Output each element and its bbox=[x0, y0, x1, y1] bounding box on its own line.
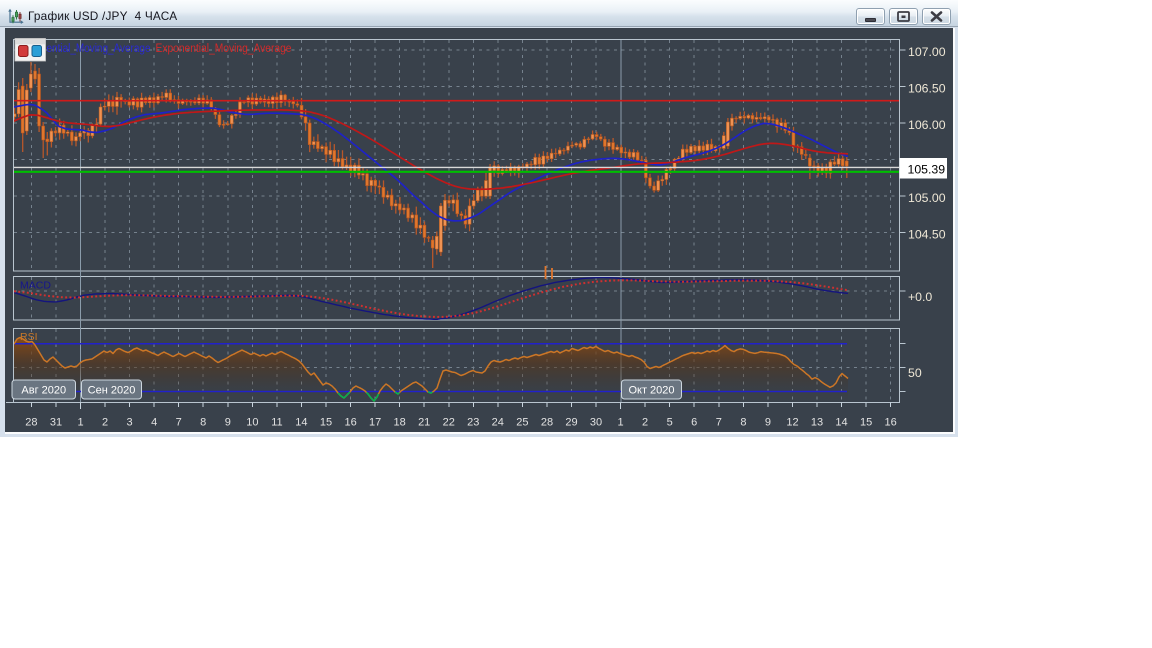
svg-text:21: 21 bbox=[418, 417, 430, 429]
svg-text:13: 13 bbox=[811, 417, 823, 429]
svg-text:50: 50 bbox=[908, 366, 922, 380]
svg-text:8: 8 bbox=[200, 417, 206, 429]
svg-text:RSI: RSI bbox=[20, 331, 38, 343]
svg-text:9: 9 bbox=[225, 417, 231, 429]
svg-text:23: 23 bbox=[467, 417, 479, 429]
svg-text:18: 18 bbox=[393, 417, 405, 429]
svg-text:1: 1 bbox=[77, 417, 83, 429]
svg-text:7: 7 bbox=[176, 417, 182, 429]
svg-text:MACD: MACD bbox=[20, 280, 51, 292]
svg-text:8: 8 bbox=[740, 417, 746, 429]
svg-text:5: 5 bbox=[667, 417, 673, 429]
svg-text:16: 16 bbox=[344, 417, 356, 429]
svg-text:106.50: 106.50 bbox=[908, 82, 946, 96]
svg-text:31: 31 bbox=[50, 417, 62, 429]
svg-text:15: 15 bbox=[860, 417, 872, 429]
svg-text:24: 24 bbox=[492, 417, 504, 429]
svg-text:Exponential_Moving_Average: Exponential_Moving_Average bbox=[156, 43, 292, 55]
svg-text:22: 22 bbox=[443, 417, 455, 429]
svg-text:1: 1 bbox=[618, 417, 624, 429]
svg-text:15: 15 bbox=[320, 417, 332, 429]
svg-text:30: 30 bbox=[590, 417, 602, 429]
svg-text:ential_Moving_Average: ential_Moving_Average bbox=[47, 43, 151, 55]
svg-text:Окт 2020: Окт 2020 bbox=[628, 385, 674, 397]
svg-text:2: 2 bbox=[642, 417, 648, 429]
svg-text:Сен 2020: Сен 2020 bbox=[88, 385, 136, 397]
svg-text:16: 16 bbox=[884, 417, 896, 429]
svg-text:104.50: 104.50 bbox=[908, 228, 946, 242]
svg-text:10: 10 bbox=[246, 417, 258, 429]
svg-text:3: 3 bbox=[127, 417, 133, 429]
svg-text:+0.0: +0.0 bbox=[908, 290, 932, 304]
svg-text:106.00: 106.00 bbox=[908, 118, 946, 132]
svg-text:105.39: 105.39 bbox=[908, 162, 946, 176]
svg-text:2: 2 bbox=[102, 417, 108, 429]
svg-text:12: 12 bbox=[786, 417, 798, 429]
svg-text:7: 7 bbox=[716, 417, 722, 429]
svg-text:28: 28 bbox=[541, 417, 553, 429]
svg-text:25: 25 bbox=[516, 417, 528, 429]
svg-text:6: 6 bbox=[691, 417, 697, 429]
svg-text:4: 4 bbox=[151, 417, 157, 429]
svg-text:11: 11 bbox=[271, 417, 282, 429]
svg-text:29: 29 bbox=[565, 417, 577, 429]
svg-text:14: 14 bbox=[295, 417, 307, 429]
svg-text:28: 28 bbox=[25, 417, 37, 429]
svg-text:107.00: 107.00 bbox=[908, 45, 946, 59]
svg-text:Авг 2020: Авг 2020 bbox=[21, 385, 66, 397]
svg-text:14: 14 bbox=[835, 417, 847, 429]
svg-text:17: 17 bbox=[369, 417, 381, 429]
svg-text:105.00: 105.00 bbox=[908, 191, 946, 205]
svg-text:9: 9 bbox=[765, 417, 771, 429]
